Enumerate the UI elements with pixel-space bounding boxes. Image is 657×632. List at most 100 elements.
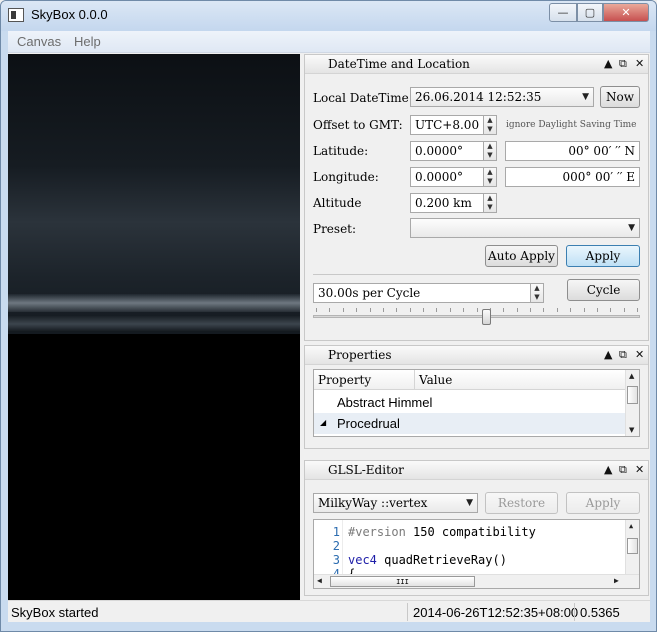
restore-button[interactable]: Restore bbox=[485, 492, 558, 514]
longitude-input[interactable]: 0.0000° bbox=[410, 167, 484, 187]
ignore-dst-label[interactable]: ignore Daylight Saving Time bbox=[506, 120, 636, 130]
dock-header[interactable]: DateTime and Location ▲ ⧉ ✕ bbox=[305, 55, 648, 74]
slider-tick bbox=[450, 308, 451, 312]
float-icon[interactable]: ⧉ bbox=[619, 57, 627, 71]
code-line: vec4 quadRetrieveRay() bbox=[348, 553, 507, 567]
scroll-right-icon[interactable]: ▶ bbox=[614, 576, 619, 585]
status-value: 0.5365 bbox=[580, 605, 620, 620]
longitude-spinner[interactable]: ▲ ▼ bbox=[483, 167, 497, 187]
close-icon[interactable]: ✕ bbox=[635, 348, 644, 361]
altitude-input[interactable]: 0.200 km bbox=[410, 193, 484, 213]
menu-help[interactable]: Help bbox=[74, 34, 101, 49]
column-header-property[interactable]: Property bbox=[314, 370, 415, 390]
title-bar[interactable]: SkyBox 0.0.0 — ▢ ✕ bbox=[1, 1, 656, 31]
slider-tick bbox=[597, 308, 598, 312]
tree-row[interactable]: Abstract Himmel bbox=[314, 392, 625, 412]
slider-tick bbox=[543, 308, 544, 312]
scroll-left-icon[interactable]: ◀ bbox=[317, 576, 322, 585]
column-header-value[interactable]: Value bbox=[415, 370, 625, 390]
longitude-label: Longitude: bbox=[313, 170, 379, 184]
scroll-thumb[interactable] bbox=[627, 386, 638, 404]
maximize-button[interactable]: ▢ bbox=[577, 3, 603, 22]
offset-spinner[interactable]: ▲ ▼ bbox=[483, 115, 497, 135]
cycle-spinner[interactable]: ▲ ▼ bbox=[530, 283, 544, 303]
spin-up-icon[interactable]: ▲ bbox=[487, 168, 492, 176]
code-type: vec4 bbox=[348, 553, 377, 567]
horizontal-scrollbar[interactable]: ◀ III ▶ bbox=[314, 574, 639, 588]
altitude-label: Altitude bbox=[313, 196, 362, 210]
cycle-slider[interactable] bbox=[313, 308, 640, 326]
scroll-up-icon[interactable]: ▲ bbox=[629, 522, 633, 530]
shader-select-value: MilkyWay ::vertex bbox=[318, 496, 428, 510]
horizon-band bbox=[8, 316, 300, 332]
cycle-input[interactable]: 30.00s per Cycle bbox=[313, 283, 531, 303]
slider-tick bbox=[383, 308, 384, 312]
chevron-down-icon: ▼ bbox=[628, 223, 635, 233]
dock-title: GLSL-Editor bbox=[328, 463, 404, 477]
spin-down-icon[interactable]: ▼ bbox=[487, 125, 492, 133]
tree-row-label: Abstract Himmel bbox=[337, 395, 433, 410]
cycle-button[interactable]: Cycle bbox=[567, 279, 640, 301]
tree-row[interactable]: ◢ Procedrual bbox=[314, 413, 625, 434]
status-bar: SkyBox started 2014-06-26T12:52:35+08:00… bbox=[8, 600, 650, 622]
spin-up-icon[interactable]: ▲ bbox=[487, 142, 492, 150]
latitude-label: Latitude: bbox=[313, 144, 369, 158]
slider-thumb[interactable] bbox=[482, 309, 491, 325]
scroll-thumb[interactable] bbox=[627, 538, 638, 554]
spin-up-icon[interactable]: ▲ bbox=[534, 284, 539, 292]
line-number: 2 bbox=[332, 539, 340, 553]
status-message: SkyBox started bbox=[11, 605, 99, 620]
scroll-up-icon[interactable]: ▲ bbox=[629, 372, 634, 380]
horizon-glow bbox=[8, 294, 300, 312]
code-line: #version 150 compatibility bbox=[348, 525, 536, 539]
preset-select[interactable]: ▼ bbox=[410, 218, 640, 238]
sky-canvas[interactable] bbox=[8, 54, 300, 600]
latitude-dms-input[interactable]: 00° 00′ ′′ N bbox=[505, 141, 640, 161]
longitude-dms-input[interactable]: 000° 00′ ′′ E bbox=[505, 167, 640, 187]
close-button[interactable]: ✕ bbox=[603, 3, 649, 22]
dock-header[interactable]: Properties ▲ ⧉ ✕ bbox=[305, 346, 648, 365]
spin-down-icon[interactable]: ▼ bbox=[487, 203, 492, 211]
spin-down-icon[interactable]: ▼ bbox=[534, 293, 539, 301]
collapse-icon[interactable]: ▲ bbox=[604, 57, 612, 70]
tree-row-label: Procedrual bbox=[337, 416, 400, 431]
slider-tick bbox=[329, 308, 330, 312]
slider-tick bbox=[517, 308, 518, 312]
vertical-scrollbar[interactable]: ▲ ▼ bbox=[625, 370, 639, 436]
spin-down-icon[interactable]: ▼ bbox=[487, 151, 492, 159]
spin-up-icon[interactable]: ▲ bbox=[487, 116, 492, 124]
slider-tick bbox=[610, 308, 611, 312]
local-datetime-input[interactable]: 26.06.2014 12:52:35 ▼ bbox=[410, 87, 594, 107]
offset-input[interactable]: UTC+8.00 bbox=[410, 115, 484, 135]
apply-shader-button[interactable]: Apply bbox=[566, 492, 640, 514]
spin-up-icon[interactable]: ▲ bbox=[487, 194, 492, 202]
close-icon[interactable]: ✕ bbox=[635, 463, 644, 476]
slider-track bbox=[313, 315, 640, 318]
scroll-down-icon[interactable]: ▼ bbox=[629, 426, 634, 434]
auto-apply-button[interactable]: Auto Apply bbox=[485, 245, 558, 267]
minimize-button[interactable]: — bbox=[549, 3, 577, 22]
now-button[interactable]: Now bbox=[600, 86, 640, 108]
latitude-spinner[interactable]: ▲ ▼ bbox=[483, 141, 497, 161]
altitude-spinner[interactable]: ▲ ▼ bbox=[483, 193, 497, 213]
property-tree[interactable]: Property Value Abstract Himmel ◢ Procedr… bbox=[313, 369, 640, 437]
expand-icon[interactable]: ◢ bbox=[320, 418, 326, 427]
close-icon[interactable]: ✕ bbox=[635, 57, 644, 70]
shader-select[interactable]: MilkyWay ::vertex ▼ bbox=[313, 493, 478, 513]
local-datetime-label: Local DateTime: bbox=[313, 91, 413, 105]
scroll-thumb[interactable]: III bbox=[330, 576, 475, 587]
slider-tick bbox=[370, 308, 371, 312]
float-icon[interactable]: ⧉ bbox=[619, 463, 627, 477]
menu-canvas[interactable]: Canvas bbox=[17, 34, 61, 49]
apply-button[interactable]: Apply bbox=[566, 245, 640, 267]
slider-tick bbox=[423, 308, 424, 312]
status-timestamp: 2014-06-26T12:52:35+08:00 bbox=[413, 605, 579, 620]
code-editor[interactable]: 1 2 3 4 #version 150 compatibility vec4 … bbox=[313, 519, 640, 589]
spin-down-icon[interactable]: ▼ bbox=[487, 177, 492, 185]
vertical-scrollbar[interactable]: ▲ bbox=[625, 520, 639, 574]
dock-header[interactable]: GLSL-Editor ▲ ⧉ ✕ bbox=[305, 461, 648, 480]
latitude-input[interactable]: 0.0000° bbox=[410, 141, 484, 161]
float-icon[interactable]: ⧉ bbox=[619, 348, 627, 362]
collapse-icon[interactable]: ▲ bbox=[604, 463, 612, 476]
collapse-icon[interactable]: ▲ bbox=[604, 348, 612, 361]
